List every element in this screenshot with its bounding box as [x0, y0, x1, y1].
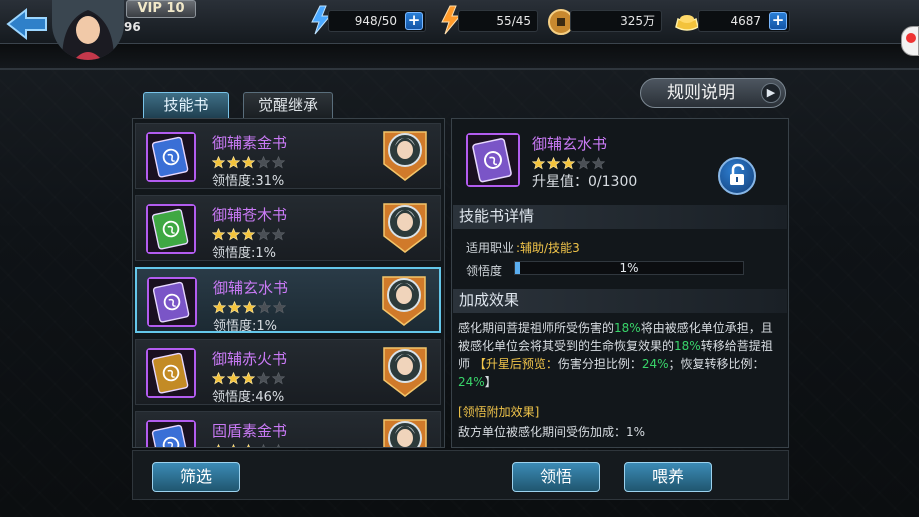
book-detail-panel: 御辅玄水书 升星值：0/1300 技能书详情 适用职业 :辅助/技能3 领悟度 …: [451, 118, 789, 448]
energy-value: 55: [496, 14, 512, 28]
book-list[interactable]: 御辅素金书 领悟度:31% 御辅苍木书 领悟度:1% 御辅玄水书 领悟度:1% 御辅赤火书领…: [133, 119, 444, 447]
book-stars: [212, 442, 287, 447]
upgrade-text-2: ；恢复转移比例：: [668, 357, 765, 371]
book-list-item[interactable]: 御辅素金书领悟度:31%: [135, 123, 441, 189]
job-label: 适用职业: [466, 241, 515, 255]
rules-button[interactable]: 规则说明 ▶: [640, 78, 786, 108]
vip-badge: VIP 10: [126, 0, 196, 18]
stamina-counter: 948/50 +: [328, 10, 426, 32]
book-list-item[interactable]: 固盾素金书: [135, 411, 441, 447]
gold-value: 4687: [730, 14, 761, 28]
effect-value-1: 18%: [614, 321, 641, 335]
star-upgrade-value: 升星值：0/1300: [532, 174, 638, 190]
stamina-value: 948: [354, 14, 378, 28]
effect-value-2: 18%: [674, 339, 701, 353]
skill-book-icon: [146, 204, 196, 254]
back-button[interactable]: [4, 6, 50, 42]
add-gold-button[interactable]: +: [769, 12, 787, 30]
top-bar-shadow: [0, 44, 919, 70]
skill-book-icon: [146, 420, 196, 447]
energy-max: /45: [511, 14, 531, 28]
hero-portrait-icon: [382, 344, 428, 398]
coin-counter: 325万: [570, 10, 662, 32]
book-comprehension: 领悟度:1%: [212, 246, 277, 261]
selected-book-icon: [466, 133, 520, 187]
coin-value: 325万: [620, 14, 655, 28]
book-list-item[interactable]: 御辅赤火书领悟度:46%: [135, 339, 441, 405]
unlock-icon: [730, 163, 745, 185]
upgrade-text-1: 伤害分担比例：: [557, 357, 642, 371]
filter-button[interactable]: 筛选: [152, 462, 240, 492]
stamina-max: /50: [377, 14, 397, 28]
tab-skill-book[interactable]: 技能书: [143, 92, 229, 118]
skill-book-icon: [146, 348, 196, 398]
book-name: 固盾素金书: [212, 422, 288, 440]
hero-portrait-icon: [382, 128, 428, 182]
gold-counter: 4687 +: [698, 10, 790, 32]
upgrade-text-3: 】: [484, 375, 497, 389]
comprehension-label: 领悟度: [466, 264, 503, 278]
book-name: 御辅赤火书: [212, 350, 288, 368]
book-stars: [213, 299, 288, 314]
hero-portrait-icon: [381, 273, 427, 327]
job-value: :辅助/技能3: [516, 241, 580, 255]
hero-portrait-icon: [382, 200, 428, 254]
skill-book-icon: [147, 277, 197, 327]
upgrade-value-1: 24%: [641, 357, 669, 371]
side-notification[interactable]: [901, 26, 919, 56]
effect-text-1: 感化期间菩提祖师所受伤害的: [458, 321, 615, 335]
effect-header: 加成效果: [453, 289, 787, 313]
hero-portrait-icon: [382, 416, 428, 447]
play-arrow-icon: ▶: [761, 83, 781, 103]
book-stars: [212, 370, 287, 385]
player-level: 96: [124, 20, 141, 34]
book-list-panel: 御辅素金书 领悟度:31% 御辅苍木书 领悟度:1% 御辅玄水书 领悟度:1% 御辅赤火书领…: [132, 118, 445, 448]
extra-effect-title: [领悟附加效果]: [458, 405, 540, 419]
back-arrow-icon: [6, 7, 47, 41]
comprehend-button[interactable]: 领悟: [512, 462, 600, 492]
effect-description: 感化期间菩提祖师所受伤害的18%将由被感化单位承担，且被感化单位会将其受到的生命…: [458, 319, 784, 391]
energy-counter: 55/45: [458, 10, 538, 32]
details-header: 技能书详情: [453, 205, 787, 229]
book-name: 御辅苍木书: [212, 206, 288, 224]
extra-effect-description: 敌方单位被感化期间受伤加成：1%: [458, 425, 646, 439]
skill-book-icon: [146, 132, 196, 182]
book-stars: [212, 154, 287, 169]
book-list-item[interactable]: 御辅苍木书领悟度:1%: [135, 195, 441, 261]
add-stamina-button[interactable]: +: [405, 12, 423, 30]
book-comprehension: 领悟度:1%: [213, 319, 278, 334]
unlock-button[interactable]: [718, 157, 756, 195]
book-name: 御辅素金书: [212, 134, 288, 152]
upgrade-value-2: 24%: [458, 375, 485, 389]
book-name: 御辅玄水书: [213, 279, 289, 297]
book-comprehension: 领悟度:31%: [212, 174, 285, 189]
comprehension-bar: 1%: [514, 261, 744, 275]
book-list-item[interactable]: 御辅玄水书领悟度:1%: [135, 267, 441, 334]
upgrade-preview-title: 【升星后预览：: [473, 357, 558, 371]
book-stars: [212, 226, 287, 241]
comprehension-percent: 1%: [619, 261, 639, 275]
selected-book-name: 御辅玄水书: [532, 135, 608, 153]
book-comprehension: 领悟度:46%: [212, 390, 285, 405]
feed-button[interactable]: 喂养: [624, 462, 712, 492]
rules-button-label: 规则说明: [667, 83, 735, 103]
tab-awaken-inherit[interactable]: 觉醒继承: [243, 92, 333, 118]
